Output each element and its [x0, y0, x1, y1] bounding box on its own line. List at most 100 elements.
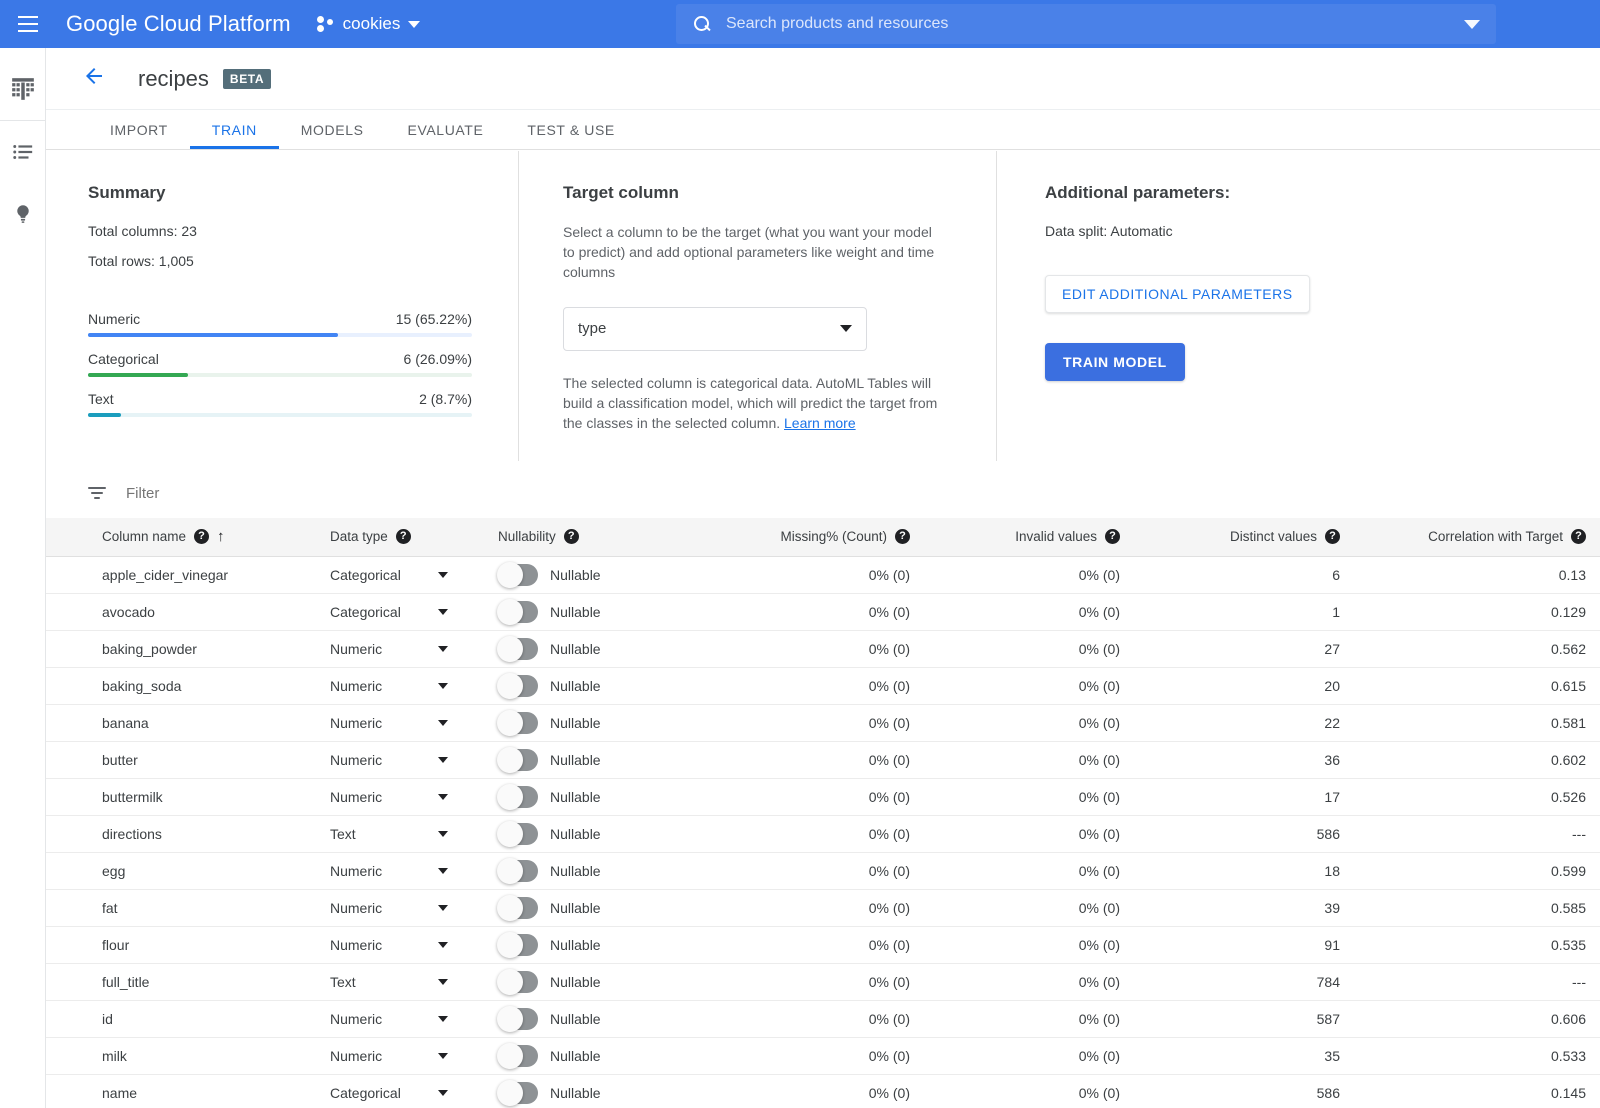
th-invalid[interactable]: Invalid values ? — [924, 518, 1134, 556]
table-row[interactable]: baking_powderNumericNullable0% (0)0% (0)… — [46, 630, 1600, 667]
data-type-select[interactable]: Numeric — [330, 752, 448, 768]
th-distinct[interactable]: Distinct values ? — [1134, 518, 1354, 556]
tab-evaluate[interactable]: EVALUATE — [386, 110, 506, 149]
help-icon[interactable]: ? — [1571, 529, 1586, 544]
th-column-name[interactable]: Column name ? ↑ — [46, 518, 316, 556]
rail-item-insights[interactable] — [0, 183, 46, 245]
nullability-toggle[interactable] — [498, 712, 538, 734]
cell-nullability[interactable]: Nullable — [484, 630, 694, 667]
cell-nullability[interactable]: Nullable — [484, 815, 694, 852]
cell-nullability[interactable]: Nullable — [484, 593, 694, 630]
nullability-toggle[interactable] — [498, 860, 538, 882]
rail-item-tables[interactable] — [0, 58, 46, 120]
back-arrow-icon[interactable] — [82, 64, 106, 93]
cell-data-type[interactable]: Text — [316, 963, 484, 1000]
cell-data-type[interactable]: Numeric — [316, 852, 484, 889]
nullability-toggle[interactable] — [498, 564, 538, 586]
data-type-select[interactable]: Categorical — [330, 604, 448, 620]
help-icon[interactable]: ? — [194, 529, 209, 544]
nullability-toggle[interactable] — [498, 823, 538, 845]
cell-nullability[interactable]: Nullable — [484, 1074, 694, 1108]
table-row[interactable]: milkNumericNullable0% (0)0% (0)350.533 — [46, 1037, 1600, 1074]
tab-test-use[interactable]: TEST & USE — [505, 110, 636, 149]
data-type-select[interactable]: Numeric — [330, 900, 448, 916]
cell-data-type[interactable]: Categorical — [316, 593, 484, 630]
cell-data-type[interactable]: Categorical — [316, 1074, 484, 1108]
table-row[interactable]: idNumericNullable0% (0)0% (0)5870.606 — [46, 1000, 1600, 1037]
table-row[interactable]: baking_sodaNumericNullable0% (0)0% (0)20… — [46, 667, 1600, 704]
cell-nullability[interactable]: Nullable — [484, 1037, 694, 1074]
nullability-toggle[interactable] — [498, 638, 538, 660]
project-selector[interactable]: cookies — [317, 14, 421, 34]
th-correlation[interactable]: Correlation with Target ? — [1354, 518, 1600, 556]
table-row[interactable]: avocadoCategoricalNullable0% (0)0% (0)10… — [46, 593, 1600, 630]
cell-data-type[interactable]: Categorical — [316, 556, 484, 593]
sort-ascending-arrow-icon[interactable]: ↑ — [217, 529, 225, 544]
help-icon[interactable]: ? — [1105, 529, 1120, 544]
th-nullability[interactable]: Nullability ? — [484, 518, 694, 556]
data-type-select[interactable]: Numeric — [330, 789, 448, 805]
cell-nullability[interactable]: Nullable — [484, 889, 694, 926]
table-row[interactable]: full_titleTextNullable0% (0)0% (0)784--- — [46, 963, 1600, 1000]
nullability-toggle[interactable] — [498, 897, 538, 919]
table-row[interactable]: apple_cider_vinegarCategoricalNullable0%… — [46, 556, 1600, 593]
tab-models[interactable]: MODELS — [279, 110, 386, 149]
help-icon[interactable]: ? — [564, 529, 579, 544]
learn-more-link[interactable]: Learn more — [784, 415, 856, 431]
th-data-type[interactable]: Data type ? — [316, 518, 484, 556]
cell-data-type[interactable]: Numeric — [316, 889, 484, 926]
nullability-toggle[interactable] — [498, 971, 538, 993]
data-type-select[interactable]: Categorical — [330, 1085, 448, 1101]
search-input[interactable] — [726, 15, 1464, 33]
cell-data-type[interactable]: Numeric — [316, 630, 484, 667]
cell-nullability[interactable]: Nullable — [484, 741, 694, 778]
target-column-select[interactable]: type — [563, 307, 867, 351]
cell-nullability[interactable]: Nullable — [484, 926, 694, 963]
nullability-toggle[interactable] — [498, 934, 538, 956]
nullability-toggle[interactable] — [498, 1045, 538, 1067]
nullability-toggle[interactable] — [498, 601, 538, 623]
table-row[interactable]: fatNumericNullable0% (0)0% (0)390.585 — [46, 889, 1600, 926]
rail-item-datasets[interactable] — [0, 121, 46, 183]
th-missing[interactable]: Missing% (Count) ? — [694, 518, 924, 556]
cell-nullability[interactable]: Nullable — [484, 1000, 694, 1037]
tab-train[interactable]: TRAIN — [190, 110, 279, 149]
table-row[interactable]: directionsTextNullable0% (0)0% (0)586--- — [46, 815, 1600, 852]
edit-additional-parameters-button[interactable]: EDIT ADDITIONAL PARAMETERS — [1045, 275, 1310, 313]
filter-icon[interactable] — [88, 483, 108, 503]
cell-data-type[interactable]: Numeric — [316, 778, 484, 815]
nullability-toggle[interactable] — [498, 749, 538, 771]
tab-import[interactable]: IMPORT — [88, 110, 190, 149]
table-row[interactable]: eggNumericNullable0% (0)0% (0)180.599 — [46, 852, 1600, 889]
table-row[interactable]: buttermilkNumericNullable0% (0)0% (0)170… — [46, 778, 1600, 815]
data-type-select[interactable]: Numeric — [330, 678, 448, 694]
data-type-select[interactable]: Categorical — [330, 567, 448, 583]
nullability-toggle[interactable] — [498, 1008, 538, 1030]
data-type-select[interactable]: Numeric — [330, 1011, 448, 1027]
filter-input[interactable] — [126, 485, 526, 502]
cell-nullability[interactable]: Nullable — [484, 963, 694, 1000]
cell-data-type[interactable]: Numeric — [316, 704, 484, 741]
nullability-toggle[interactable] — [498, 675, 538, 697]
data-type-select[interactable]: Numeric — [330, 1048, 448, 1064]
cell-nullability[interactable]: Nullable — [484, 778, 694, 815]
table-row[interactable]: butterNumericNullable0% (0)0% (0)360.602 — [46, 741, 1600, 778]
data-type-select[interactable]: Numeric — [330, 937, 448, 953]
train-model-button[interactable]: TRAIN MODEL — [1045, 343, 1185, 381]
cell-nullability[interactable]: Nullable — [484, 852, 694, 889]
data-type-select[interactable]: Text — [330, 826, 448, 842]
cell-data-type[interactable]: Numeric — [316, 926, 484, 963]
help-icon[interactable]: ? — [895, 529, 910, 544]
table-row[interactable]: bananaNumericNullable0% (0)0% (0)220.581 — [46, 704, 1600, 741]
data-type-select[interactable]: Numeric — [330, 641, 448, 657]
nullability-toggle[interactable] — [498, 1082, 538, 1104]
cell-data-type[interactable]: Text — [316, 815, 484, 852]
data-type-select[interactable]: Numeric — [330, 715, 448, 731]
nullability-toggle[interactable] — [498, 786, 538, 808]
help-icon[interactable]: ? — [1325, 529, 1340, 544]
cell-data-type[interactable]: Numeric — [316, 1000, 484, 1037]
cell-data-type[interactable]: Numeric — [316, 741, 484, 778]
hamburger-menu-icon[interactable] — [4, 0, 52, 48]
cell-nullability[interactable]: Nullable — [484, 704, 694, 741]
table-row[interactable]: nameCategoricalNullable0% (0)0% (0)5860.… — [46, 1074, 1600, 1108]
